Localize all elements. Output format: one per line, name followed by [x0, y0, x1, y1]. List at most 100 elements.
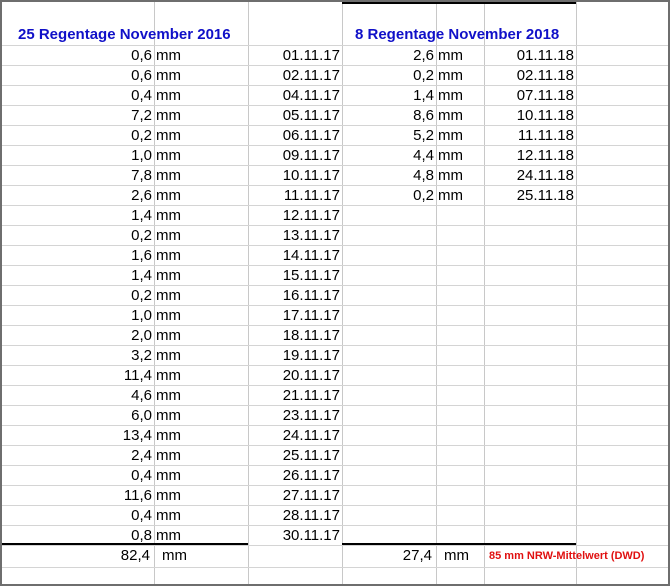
left-rain-value-cell[interactable]: 11,6 — [62, 486, 152, 506]
left-rain-value-cell[interactable]: 2,0 — [62, 326, 152, 346]
left-unit-label: mm — [156, 487, 181, 504]
right-rain-value-cell[interactable]: 0,2 — [347, 66, 434, 86]
left-date-cell[interactable]: 23.11.17 — [250, 406, 340, 426]
right-date-cell[interactable]: 10.11.18 — [486, 106, 574, 126]
left-rain-value-cell[interactable]: 2,6 — [62, 186, 152, 206]
right-unit-label: mm — [438, 147, 463, 164]
left-unit-label: mm — [156, 327, 181, 344]
left-rain-value-cell[interactable]: 6,0 — [62, 406, 152, 426]
right-unit-label: mm — [438, 107, 463, 124]
left-date-cell[interactable]: 30.11.17 — [250, 526, 340, 546]
grid-col-line — [248, 2, 249, 584]
left-unit-label: mm — [156, 207, 181, 224]
left-unit-label: mm — [156, 307, 181, 324]
left-rain-value-cell[interactable]: 0,2 — [62, 126, 152, 146]
right-rain-value-cell[interactable]: 4,8 — [347, 166, 434, 186]
left-date-cell[interactable]: 09.11.17 — [250, 146, 340, 166]
left-date-cell[interactable]: 15.11.17 — [250, 266, 340, 286]
left-date-cell[interactable]: 26.11.17 — [250, 466, 340, 486]
grid-col-line — [154, 2, 155, 584]
left-date-cell[interactable]: 10.11.17 — [250, 166, 340, 186]
left-rain-value-cell[interactable]: 4,6 — [62, 386, 152, 406]
header-top-border — [342, 2, 576, 4]
right-date-cell[interactable]: 24.11.18 — [486, 166, 574, 186]
grid-col-line — [436, 2, 437, 584]
left-unit-label: mm — [156, 187, 181, 204]
left-rain-value-cell[interactable]: 1,0 — [62, 306, 152, 326]
left-date-cell[interactable]: 16.11.17 — [250, 286, 340, 306]
left-date-cell[interactable]: 25.11.17 — [250, 446, 340, 466]
left-date-cell[interactable]: 18.11.17 — [250, 326, 340, 346]
left-date-cell[interactable]: 02.11.17 — [250, 66, 340, 86]
right-total-value[interactable]: 27,4 — [347, 546, 432, 566]
grid-col-line — [576, 2, 577, 584]
left-rain-value-cell[interactable]: 13,4 — [62, 426, 152, 446]
left-date-cell[interactable]: 12.11.17 — [250, 206, 340, 226]
left-date-cell[interactable]: 05.11.17 — [250, 106, 340, 126]
right-unit-label: mm — [438, 67, 463, 84]
left-unit-label: mm — [156, 127, 181, 144]
right-date-cell[interactable]: 12.11.18 — [486, 146, 574, 166]
left-unit-label: mm — [156, 67, 181, 84]
left-rain-value-cell[interactable]: 0,6 — [62, 66, 152, 86]
right-date-cell[interactable]: 07.11.18 — [486, 86, 574, 106]
left-date-cell[interactable]: 20.11.17 — [250, 366, 340, 386]
left-date-cell[interactable]: 11.11.17 — [250, 186, 340, 206]
left-date-cell[interactable]: 17.11.17 — [250, 306, 340, 326]
left-date-cell[interactable]: 27.11.17 — [250, 486, 340, 506]
left-rain-value-cell[interactable]: 1,4 — [62, 266, 152, 286]
left-rain-value-cell[interactable]: 0,2 — [62, 286, 152, 306]
left-rain-value-cell[interactable]: 0,2 — [62, 226, 152, 246]
grid-row-line — [2, 567, 668, 568]
left-rain-value-cell[interactable]: 1,0 — [62, 146, 152, 166]
right-date-cell[interactable]: 02.11.18 — [486, 66, 574, 86]
left-rain-value-cell[interactable]: 7,8 — [62, 166, 152, 186]
left-rain-value-cell[interactable]: 1,4 — [62, 206, 152, 226]
right-date-cell[interactable]: 25.11.18 — [486, 186, 574, 206]
left-unit-label: mm — [156, 427, 181, 444]
left-rain-value-cell[interactable]: 11,4 — [62, 366, 152, 386]
total-border-right — [342, 543, 576, 545]
right-rain-value-cell[interactable]: 8,6 — [347, 106, 434, 126]
right-date-cell[interactable]: 11.11.18 — [486, 126, 574, 146]
grid-col-line — [342, 2, 343, 584]
left-unit-label: mm — [156, 287, 181, 304]
nrw-average-note: 85 mm NRW-Mittelwert (DWD) — [489, 550, 645, 562]
right-block-title: 8 Regentage November 2018 — [355, 26, 560, 43]
left-unit-label: mm — [156, 407, 181, 424]
left-unit-label: mm — [156, 227, 181, 244]
right-date-cell[interactable]: 01.11.18 — [486, 46, 574, 66]
left-unit-label: mm — [156, 367, 181, 384]
right-rain-value-cell[interactable]: 4,4 — [347, 146, 434, 166]
right-rain-value-cell[interactable]: 2,6 — [347, 46, 434, 66]
left-date-cell[interactable]: 06.11.17 — [250, 126, 340, 146]
right-unit-label: mm — [438, 187, 463, 204]
left-date-cell[interactable]: 28.11.17 — [250, 506, 340, 526]
left-rain-value-cell[interactable]: 0,4 — [62, 86, 152, 106]
left-rain-value-cell[interactable]: 1,6 — [62, 246, 152, 266]
left-unit-label: mm — [156, 107, 181, 124]
left-rain-value-cell[interactable]: 0,8 — [62, 526, 152, 546]
right-rain-value-cell[interactable]: 0,2 — [347, 186, 434, 206]
left-date-cell[interactable]: 24.11.17 — [250, 426, 340, 446]
left-unit-label: mm — [156, 167, 181, 184]
left-rain-value-cell[interactable]: 0,4 — [62, 466, 152, 486]
left-date-cell[interactable]: 04.11.17 — [250, 86, 340, 106]
right-rain-value-cell[interactable]: 1,4 — [347, 86, 434, 106]
left-unit-label: mm — [156, 507, 181, 524]
left-rain-value-cell[interactable]: 0,4 — [62, 506, 152, 526]
left-date-cell[interactable]: 14.11.17 — [250, 246, 340, 266]
left-unit-label: mm — [156, 347, 181, 364]
left-rain-value-cell[interactable]: 7,2 — [62, 106, 152, 126]
left-date-cell[interactable]: 19.11.17 — [250, 346, 340, 366]
left-unit-label: mm — [156, 527, 181, 544]
right-rain-value-cell[interactable]: 5,2 — [347, 126, 434, 146]
left-date-cell[interactable]: 21.11.17 — [250, 386, 340, 406]
spreadsheet: 25 Regentage November 2016 8 Regentage N… — [0, 0, 670, 586]
left-rain-value-cell[interactable]: 3,2 — [62, 346, 152, 366]
left-rain-value-cell[interactable]: 0,6 — [62, 46, 152, 66]
left-rain-value-cell[interactable]: 2,4 — [62, 446, 152, 466]
left-date-cell[interactable]: 13.11.17 — [250, 226, 340, 246]
left-date-cell[interactable]: 01.11.17 — [250, 46, 340, 66]
left-total-value[interactable]: 82,4 — [62, 546, 150, 566]
